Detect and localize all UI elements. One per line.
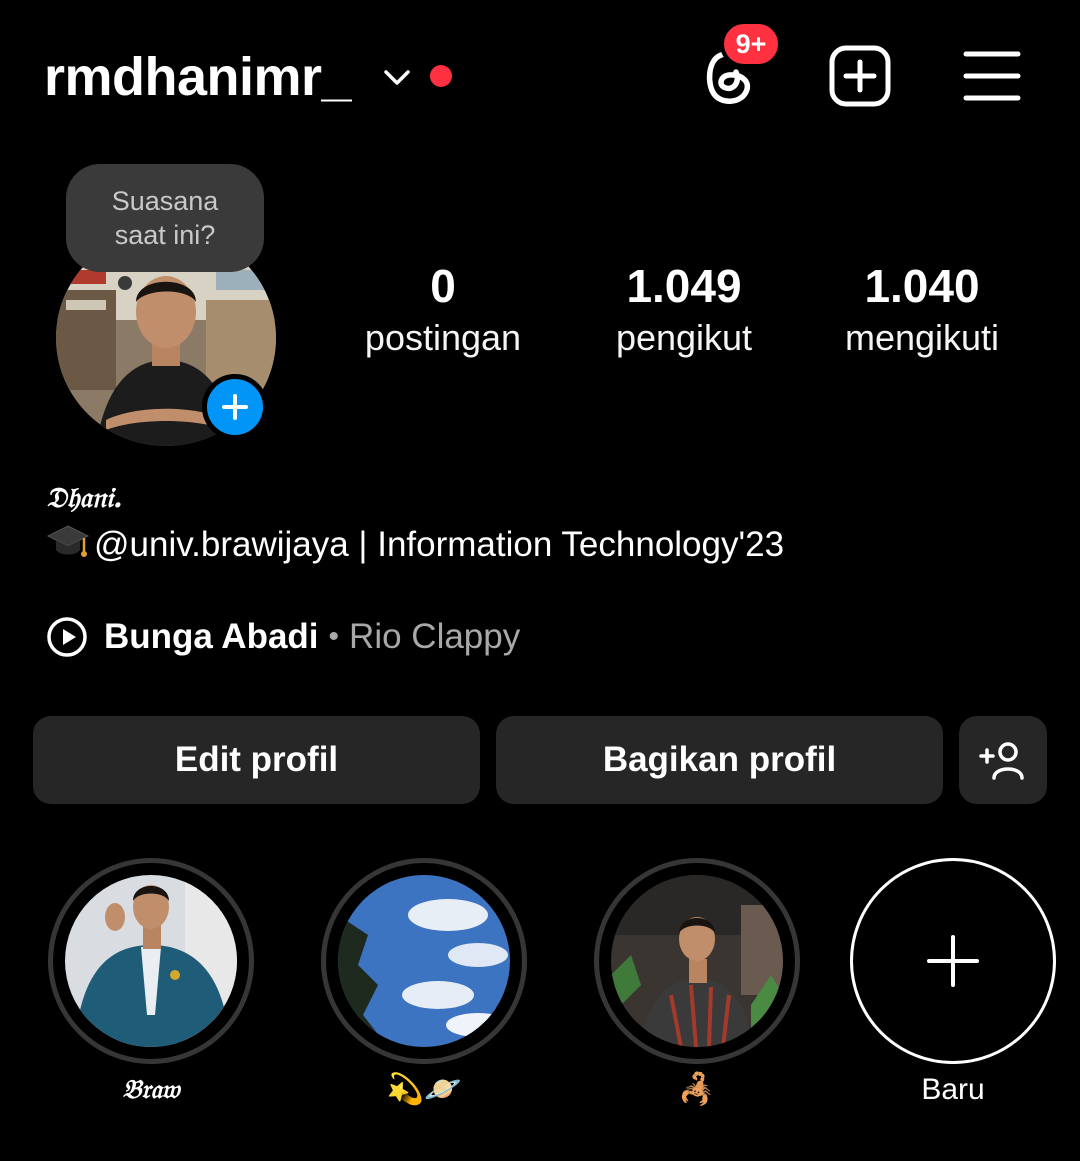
share-profile-button[interactable]: Bagikan profil xyxy=(496,716,943,804)
posts-label: postingan xyxy=(364,317,522,358)
music-separator: • xyxy=(328,620,340,653)
new-highlight-plus-icon xyxy=(927,935,979,987)
play-icon xyxy=(47,617,87,657)
stat-following[interactable]: 1.040 mengikuti xyxy=(822,258,1022,362)
highlight-ring xyxy=(594,858,800,1064)
new-highlight-button[interactable]: Baru xyxy=(850,858,1056,1110)
add-person-icon xyxy=(979,742,1024,780)
bio-text: @univ.brawijaya | Information Technology… xyxy=(46,522,784,568)
highlight-item[interactable]: 𝔅𝔯𝔞𝔴 xyxy=(48,858,254,1110)
note-bubble[interactable]: Suasana saat ini? xyxy=(66,164,264,272)
username-title[interactable]: rmdhanimr_ xyxy=(44,42,352,112)
graduation-cap-icon xyxy=(46,525,90,557)
hamburger-menu-icon[interactable] xyxy=(960,48,1024,104)
highlight-item[interactable]: 🦂 xyxy=(594,858,800,1110)
new-highlight-label: Baru xyxy=(921,1073,985,1106)
add-story-plus-icon[interactable] xyxy=(202,374,268,440)
highlight-label: 💫🪐 xyxy=(386,1073,462,1106)
stat-followers[interactable]: 1.049 pengikut xyxy=(584,258,784,362)
followers-label: pengikut xyxy=(615,317,753,358)
artist-name: Rio Clappy xyxy=(349,617,521,656)
profile-music[interactable]: Bunga Abadi • Rio Clappy xyxy=(46,612,520,662)
threads-badge: 9+ xyxy=(720,20,782,68)
bio-line-text[interactable]: @univ.brawijaya | Information Technology… xyxy=(94,525,784,564)
stat-posts[interactable]: 0 postingan xyxy=(343,258,543,362)
note-bubble-tail xyxy=(118,276,132,290)
highlight-item[interactable]: 💫🪐 xyxy=(321,858,527,1110)
followers-count: 1.049 xyxy=(626,260,742,312)
edit-profile-button[interactable]: Edit profil xyxy=(33,716,480,804)
add-person-button[interactable] xyxy=(959,716,1047,804)
highlight-ring xyxy=(48,858,254,1064)
highlight-cover xyxy=(65,875,237,1047)
highlight-label: 🦂 xyxy=(678,1073,716,1106)
create-plus-icon[interactable] xyxy=(828,44,892,108)
following-count: 1.040 xyxy=(864,260,980,312)
song-title: Bunga Abadi xyxy=(104,617,319,656)
following-label: mengikuti xyxy=(844,317,1000,358)
highlight-ring xyxy=(321,858,527,1064)
notification-dot xyxy=(430,65,452,87)
display-name: 𝔇𝔥𝔞𝔫𝔦. xyxy=(46,481,123,514)
profile-screen: rmdhanimr_ 9+ Suasana saat ini? 0 postin… xyxy=(0,0,1080,1161)
posts-count: 0 xyxy=(430,260,456,312)
highlight-cover xyxy=(611,875,783,1047)
highlight-cover xyxy=(338,875,510,1047)
highlight-label: 𝔅𝔯𝔞𝔴 xyxy=(122,1075,180,1105)
chevron-down-icon[interactable] xyxy=(380,62,414,92)
new-highlight-ring xyxy=(850,858,1056,1064)
